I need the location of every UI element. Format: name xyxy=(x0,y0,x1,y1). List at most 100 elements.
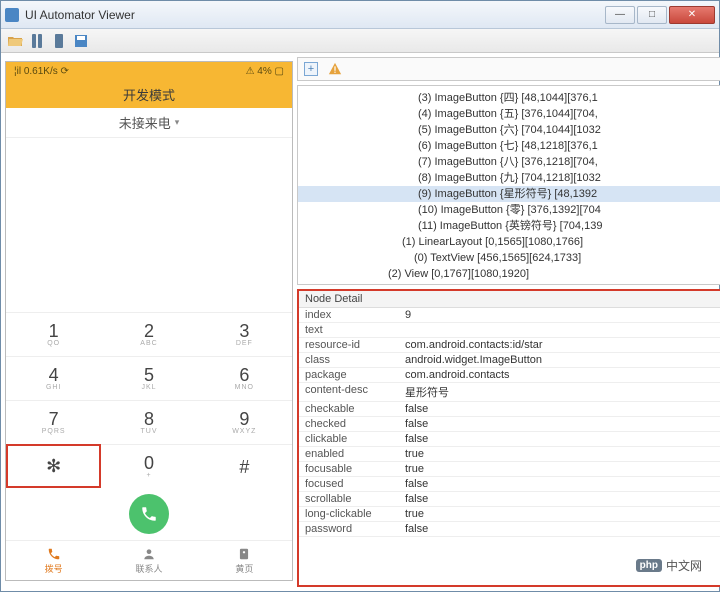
detail-value: false xyxy=(399,417,720,431)
detail-key: index xyxy=(299,308,399,322)
tree-node[interactable]: (0) TextView [456,1565][624,1733] xyxy=(298,250,720,266)
detail-row: checkablefalse xyxy=(299,402,720,417)
tree-node[interactable]: (2) View [0,1767][1080,1920] xyxy=(298,266,720,282)
detail-value: false xyxy=(399,522,720,536)
close-button[interactable]: ✕ xyxy=(669,6,715,24)
tree-node[interactable]: (11) ImageButton {英镑符号} [704,139 xyxy=(298,218,720,234)
tree-node[interactable]: (9) ImageButton {星形符号} [48,1392 xyxy=(298,186,720,202)
key-hash[interactable]: # xyxy=(197,444,292,488)
key-1[interactable]: 1QO xyxy=(6,312,101,356)
dialer-keypad: 1QO2ABC3DEF4GHI5JKL6MNO7PQRS8TUV9WXYZ✻0+… xyxy=(6,312,292,488)
key-num: 0 xyxy=(144,454,154,472)
key-num: 5 xyxy=(144,366,154,384)
detail-row: classandroid.widget.ImageButton xyxy=(299,353,720,368)
detail-value: 星形符号 xyxy=(399,383,720,401)
status-right: ⚠ 4% ▢ xyxy=(246,66,284,77)
detail-value: false xyxy=(399,492,720,506)
key-sub: ABC xyxy=(140,340,157,347)
detail-value xyxy=(399,323,720,337)
open-icon[interactable] xyxy=(7,33,23,49)
tree-node[interactable]: (6) ImageButton {七} [48,1218][376,1 xyxy=(298,138,720,154)
hierarchy-tree[interactable]: (3) ImageButton {四} [48,1044][376,1(4) I… xyxy=(297,85,720,285)
detail-key: resource-id xyxy=(299,338,399,352)
key-5[interactable]: 5JKL xyxy=(101,356,196,400)
key-2[interactable]: 2ABC xyxy=(101,312,196,356)
call-row xyxy=(6,488,292,540)
detail-row: checkedfalse xyxy=(299,417,720,432)
detail-key: focused xyxy=(299,477,399,491)
tree-node[interactable]: (7) ImageButton {八} [376,1218][704, xyxy=(298,154,720,170)
detail-value: true xyxy=(399,507,720,521)
phone-icon xyxy=(140,505,158,523)
missed-calls-row: 未接来电 ▾ xyxy=(6,108,292,138)
tree-node[interactable]: (5) ImageButton {六} [704,1044][1032 xyxy=(298,122,720,138)
detail-row: long-clickabletrue xyxy=(299,507,720,522)
detail-row: scrollablefalse xyxy=(299,492,720,507)
detail-value: com.android.contacts xyxy=(399,368,720,382)
detail-key: package xyxy=(299,368,399,382)
key-4[interactable]: 4GHI xyxy=(6,356,101,400)
titlebar[interactable]: UI Automator Viewer — □ ✕ xyxy=(1,1,719,29)
phone-tab-1[interactable]: 联系人 xyxy=(101,541,196,580)
phone-blank xyxy=(6,138,292,312)
key-num: 7 xyxy=(49,410,59,428)
detail-row: passwordfalse xyxy=(299,522,720,537)
key-sub: TUV xyxy=(140,428,157,435)
tree-node[interactable]: (3) ImageButton {四} [48,1044][376,1 xyxy=(298,90,720,106)
warning-icon[interactable] xyxy=(328,62,342,76)
key-num: 8 xyxy=(144,410,154,428)
detail-key: text xyxy=(299,323,399,337)
key-sub: QO xyxy=(47,340,60,347)
key-sub: WXYZ xyxy=(232,428,256,435)
main-area: ¦il 0.61K/s ⟳ ⚠ 4% ▢ 开发模式 未接来电 ▾ 1QO2ABC… xyxy=(1,53,719,591)
key-num: 2 xyxy=(144,322,154,340)
detail-row: clickablefalse xyxy=(299,432,720,447)
watermark: php 中文网 xyxy=(632,555,712,576)
key-num: 1 xyxy=(49,322,59,340)
detail-key: scrollable xyxy=(299,492,399,506)
tab-label: 黄页 xyxy=(235,562,253,575)
key-sub: GHI xyxy=(46,384,61,391)
device-screenshot[interactable]: ¦il 0.61K/s ⟳ ⚠ 4% ▢ 开发模式 未接来电 ▾ 1QO2ABC… xyxy=(5,61,293,581)
save-icon[interactable] xyxy=(73,33,89,49)
key-star[interactable]: ✻ xyxy=(6,444,101,488)
detail-key: checked xyxy=(299,417,399,431)
tree-node[interactable]: (10) ImageButton {零} [376,1392][704 xyxy=(298,202,720,218)
key-num: 9 xyxy=(239,410,249,428)
tree-hscroll[interactable] xyxy=(298,282,720,285)
detail-value: false xyxy=(399,402,720,416)
chevron-down-icon: ▾ xyxy=(175,117,180,128)
key-0[interactable]: 0+ xyxy=(101,444,196,488)
detail-key: enabled xyxy=(299,447,399,461)
detail-row: text xyxy=(299,323,720,338)
key-8[interactable]: 8TUV xyxy=(101,400,196,444)
detail-row: packagecom.android.contacts xyxy=(299,368,720,383)
detail-key: clickable xyxy=(299,432,399,446)
screenshot-pane: ¦il 0.61K/s ⟳ ⚠ 4% ▢ 开发模式 未接来电 ▾ 1QO2ABC… xyxy=(5,57,293,587)
status-left: ¦il 0.61K/s ⟳ xyxy=(14,66,69,77)
phone-header: 开发模式 xyxy=(6,80,292,108)
phone-tab-0[interactable]: 拨号 xyxy=(6,541,101,580)
phone-tab-2[interactable]: 黄页 xyxy=(197,541,292,580)
key-3[interactable]: 3DEF xyxy=(197,312,292,356)
detail-value: com.android.contacts:id/star xyxy=(399,338,720,352)
detail-key: focusable xyxy=(299,462,399,476)
key-num: ✻ xyxy=(46,457,61,475)
tab-icon xyxy=(142,547,156,561)
key-6[interactable]: 6MNO xyxy=(197,356,292,400)
tab-label: 拨号 xyxy=(45,562,63,575)
device-icon[interactable] xyxy=(29,33,45,49)
call-button[interactable] xyxy=(129,494,169,534)
detail-key: checkable xyxy=(299,402,399,416)
tree-node[interactable]: (4) ImageButton {五} [376,1044][704, xyxy=(298,106,720,122)
key-7[interactable]: 7PQRS xyxy=(6,400,101,444)
dump-icon[interactable] xyxy=(51,33,67,49)
maximize-button[interactable]: □ xyxy=(637,6,667,24)
detail-value: true xyxy=(399,462,720,476)
key-9[interactable]: 9WXYZ xyxy=(197,400,292,444)
tree-node[interactable]: (8) ImageButton {九} [704,1218][1032 xyxy=(298,170,720,186)
tree-node[interactable]: (1) LinearLayout [0,1565][1080,1766] xyxy=(298,234,720,250)
expand-all-button[interactable]: + xyxy=(304,62,318,76)
right-pane: + ︿ ﹀ (3) ImageButton {四} [48,1044][376,… xyxy=(297,57,720,587)
minimize-button[interactable]: — xyxy=(605,6,635,24)
